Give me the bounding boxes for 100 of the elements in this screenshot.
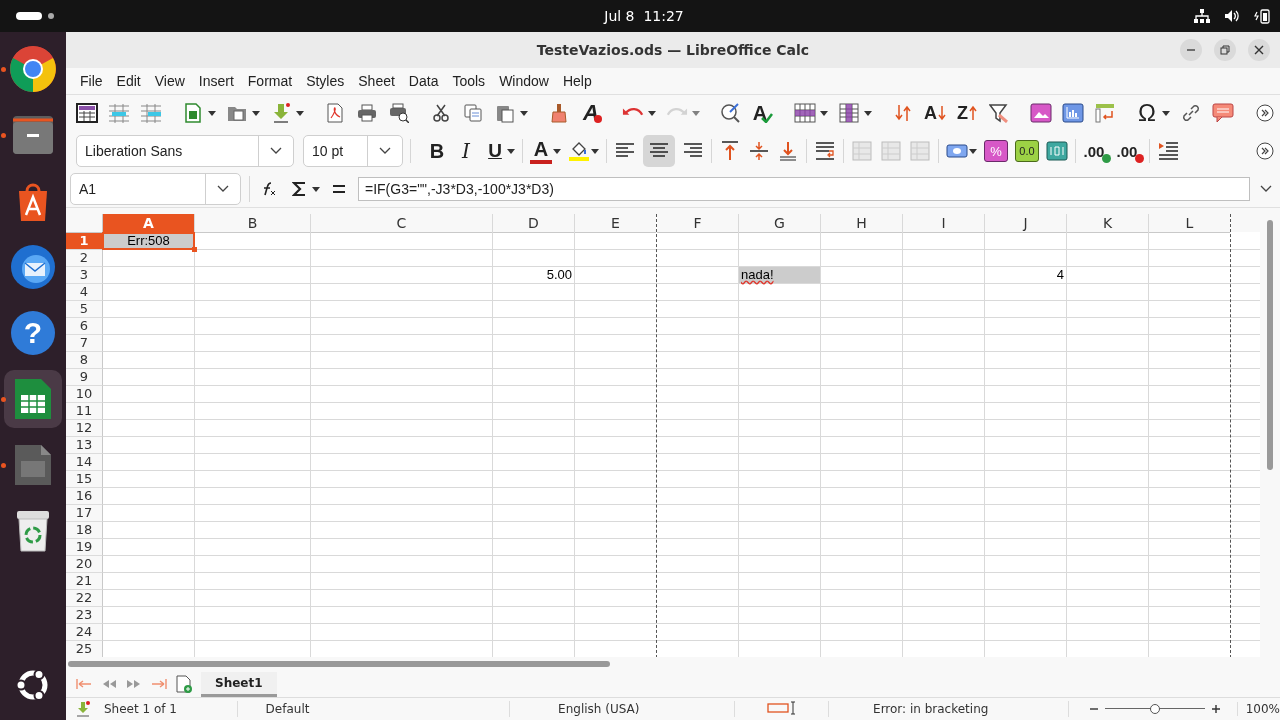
column-header[interactable]: I [903,214,984,233]
activities-indicator[interactable] [16,12,54,20]
row-header[interactable]: 3 [66,267,103,284]
row-header[interactable]: 23 [66,607,103,624]
row-header[interactable]: 20 [66,556,103,573]
wrap-text-icon[interactable] [814,139,836,163]
caret-icon[interactable] [296,110,304,116]
menu-item[interactable]: View [148,71,191,91]
row-header[interactable]: 6 [66,318,103,335]
column-header[interactable]: C [311,214,492,233]
menu-item[interactable]: Window [493,71,555,91]
row-header[interactable]: 10 [66,386,103,403]
menu-item[interactable]: Insert [192,71,240,91]
restore-button[interactable] [1214,39,1236,61]
caret-icon[interactable] [591,148,599,154]
caret-icon[interactable] [648,110,656,116]
row-header[interactable]: 8 [66,352,103,369]
column-header[interactable]: E [575,214,656,233]
save-status-icon[interactable] [76,701,90,717]
row-header[interactable]: 12 [66,420,103,437]
row-header[interactable]: 11 [66,403,103,420]
column-header[interactable]: H [821,214,902,233]
row-header[interactable]: 21 [66,573,103,590]
delete-decimal-button[interactable]: .00 [1116,139,1142,163]
copy-icon[interactable] [462,101,484,125]
caret-icon[interactable] [252,110,260,116]
previous-sheet-icon[interactable] [101,679,117,689]
row-header[interactable]: 4 [66,284,103,301]
menu-item[interactable]: Styles [300,71,351,91]
caret-icon[interactable] [507,148,515,154]
column-header[interactable]: D [493,214,574,233]
column-icon[interactable] [838,101,860,125]
column-header[interactable]: G [739,214,820,233]
row-header[interactable]: 5 [66,301,103,318]
row-header[interactable]: 15 [66,471,103,488]
menu-item[interactable]: Help [556,71,598,91]
center-vertically-icon[interactable] [748,139,770,163]
add-decimal-button[interactable]: .00 [1083,139,1109,163]
comment-icon[interactable] [1212,101,1234,125]
row-header[interactable]: 9 [66,369,103,386]
underline-button[interactable]: U [484,139,506,163]
row-header[interactable]: 13 [66,437,103,454]
pdf-export-icon[interactable] [324,101,346,125]
pivot-table-icon[interactable] [1094,101,1116,125]
sort-ascending-button[interactable]: A [924,101,946,125]
indent-icon[interactable] [1157,139,1179,163]
more-options-icon[interactable] [1254,139,1276,163]
new-spreadsheet-icon[interactable] [182,101,204,125]
caret-icon[interactable] [1162,110,1170,116]
caret-icon[interactable] [969,148,977,154]
row-header[interactable]: 2 [66,250,103,267]
bold-button[interactable]: B [426,139,448,163]
next-sheet-icon[interactable] [126,679,142,689]
more-options-icon[interactable] [1254,101,1276,125]
italic-button[interactable]: I [455,139,477,163]
font-size-field[interactable]: 10 pt [303,135,403,167]
name-box[interactable]: A1 [70,173,241,205]
paintbrush-icon[interactable] [548,101,570,125]
grid-headers-icon[interactable] [76,101,98,125]
row-header[interactable]: 19 [66,539,103,556]
column-header[interactable]: L [1149,214,1230,233]
print-icon[interactable] [356,101,378,125]
row-header[interactable]: 25 [66,641,103,657]
filter-icon[interactable] [988,101,1010,125]
font-color-button[interactable]: A [530,138,552,164]
date-format-icon[interactable] [1046,139,1068,163]
row-header[interactable]: 16 [66,488,103,505]
add-sheet-icon[interactable] [176,675,192,693]
row-header[interactable]: 14 [66,454,103,471]
spelling-button[interactable]: A [752,101,774,125]
find-replace-icon[interactable] [720,101,742,125]
sort-descending-button[interactable]: Z [956,101,978,125]
column-header[interactable]: B [195,214,310,233]
menu-item[interactable]: Data [402,71,445,91]
column-header[interactable]: K [1067,214,1148,233]
page-style[interactable]: Default [237,701,511,717]
caret-icon[interactable] [208,110,216,116]
row-header[interactable]: 18 [66,522,103,539]
print-preview-icon[interactable] [388,101,410,125]
caret-icon[interactable] [520,110,528,116]
close-button[interactable] [1248,39,1270,61]
menu-item[interactable]: Sheet [352,71,401,91]
row-header[interactable]: 24 [66,624,103,641]
menu-item[interactable]: Format [241,71,299,91]
column-header[interactable]: J [985,214,1066,233]
menu-item[interactable]: File [74,71,109,91]
caret-icon[interactable] [864,110,872,116]
row-header[interactable]: 22 [66,590,103,607]
minimize-button[interactable] [1180,39,1202,61]
dock-item[interactable]: ? [4,304,62,362]
caret-icon[interactable] [553,148,561,154]
language[interactable]: English (USA) [510,701,735,717]
menu-item[interactable]: Tools [446,71,492,91]
clock[interactable]: Jul 8 11:27 [604,8,684,24]
row-icon[interactable] [794,101,816,125]
formula-input[interactable]: =IF(G3="",-J3*D3,-100*J3*D3) [358,177,1250,201]
number-format-button[interactable]: 0.0 [1015,140,1039,162]
dock-item[interactable] [4,370,62,428]
sheet-tab[interactable]: Sheet1 [201,671,277,697]
battery-icon[interactable] [1254,8,1270,24]
